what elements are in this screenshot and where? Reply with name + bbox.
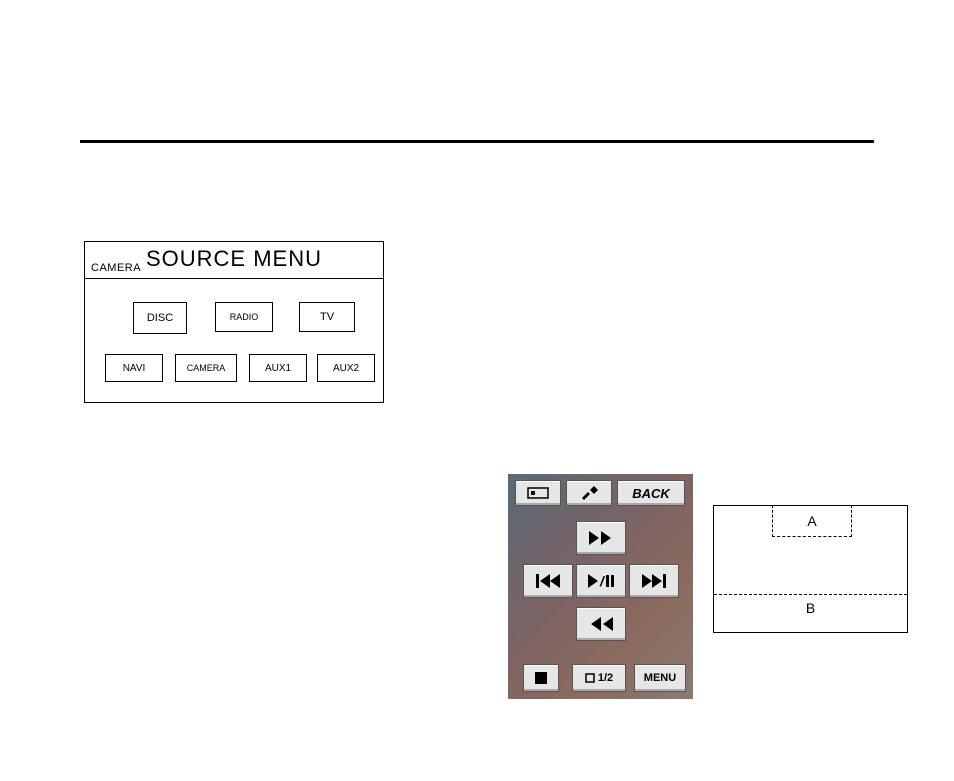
settings-button[interactable] bbox=[566, 480, 612, 506]
play-pause-icon: / bbox=[588, 574, 614, 588]
display-button[interactable] bbox=[515, 480, 561, 506]
screen-zone-diagram: A B bbox=[713, 505, 908, 633]
stop-icon bbox=[535, 672, 547, 684]
fast-forward-icon bbox=[589, 531, 613, 545]
menu-button[interactable]: MENU bbox=[634, 664, 686, 692]
next-track-button[interactable] bbox=[629, 564, 679, 598]
play-pause-button[interactable]: / bbox=[576, 564, 626, 598]
back-button[interactable]: BACK bbox=[617, 480, 685, 506]
zone-divider bbox=[714, 594, 907, 595]
display-icon bbox=[527, 487, 549, 499]
disc-button[interactable]: DISC bbox=[133, 302, 187, 334]
square-icon bbox=[585, 673, 595, 683]
source-menu-panel: CAMERA SOURCE MENU DISC RADIO TV NAVI CA… bbox=[84, 241, 384, 403]
page-indicator-label: 1/2 bbox=[598, 672, 613, 684]
tools-icon bbox=[580, 486, 598, 500]
playback-control-panel: BACK / bbox=[508, 474, 693, 699]
horizontal-rule bbox=[80, 140, 874, 143]
aux1-button[interactable]: AUX1 bbox=[249, 354, 307, 382]
stop-button[interactable] bbox=[523, 664, 559, 692]
rewind-button[interactable] bbox=[576, 607, 626, 641]
source-menu-title: SOURCE MENU bbox=[85, 246, 383, 272]
page-indicator-button[interactable]: 1/2 bbox=[572, 664, 626, 692]
zone-b-label: B bbox=[714, 600, 907, 616]
fast-forward-button[interactable] bbox=[576, 521, 626, 555]
camera-button[interactable]: CAMERA bbox=[175, 354, 237, 382]
rewind-icon bbox=[589, 617, 613, 631]
skip-back-icon bbox=[536, 574, 560, 588]
skip-forward-icon bbox=[642, 574, 666, 588]
source-menu-header: CAMERA SOURCE MENU bbox=[85, 242, 383, 279]
zone-a-label: A bbox=[772, 505, 852, 537]
svg-text:/: / bbox=[599, 574, 606, 588]
aux2-button[interactable]: AUX2 bbox=[317, 354, 375, 382]
radio-button[interactable]: RADIO bbox=[215, 302, 273, 332]
navi-button[interactable]: NAVI bbox=[105, 354, 163, 382]
tv-button[interactable]: TV bbox=[299, 302, 355, 332]
previous-track-button[interactable] bbox=[523, 564, 573, 598]
